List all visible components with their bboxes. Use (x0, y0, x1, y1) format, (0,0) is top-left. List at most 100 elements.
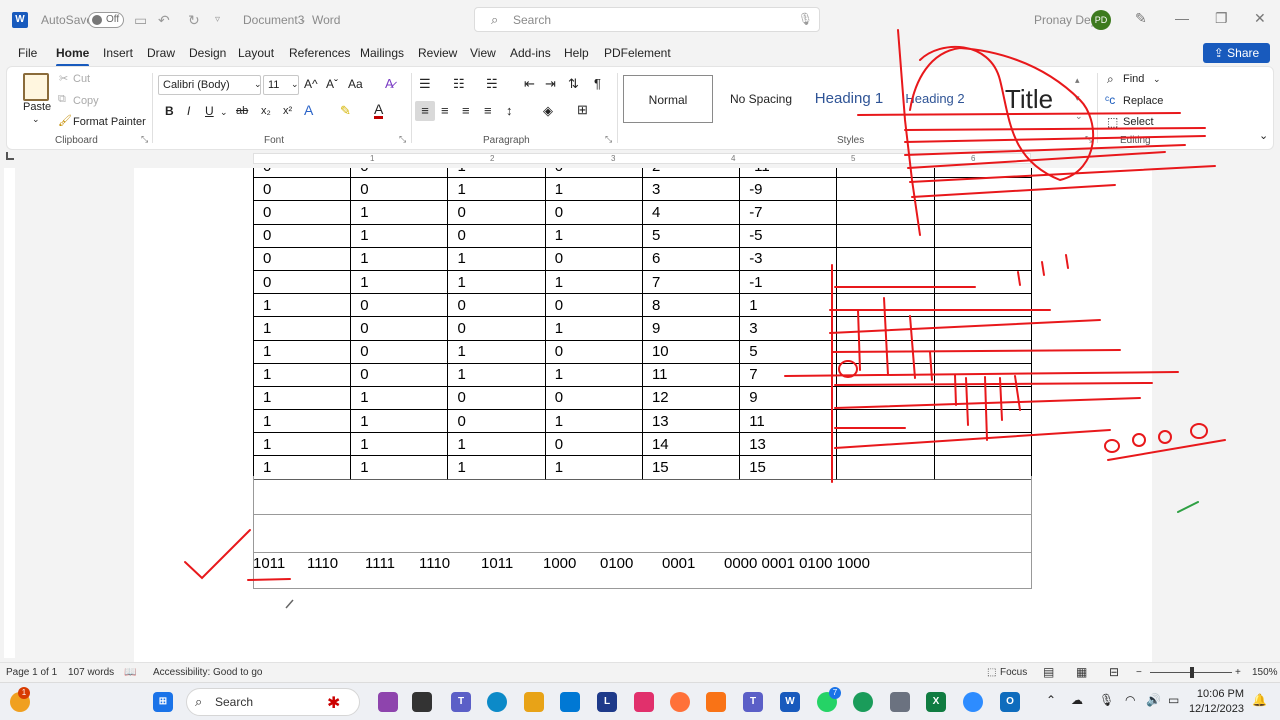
clock-time[interactable]: 10:06 PM (1188, 688, 1244, 700)
word-count[interactable]: 107 words (68, 667, 114, 678)
style-heading-1[interactable]: Heading 1 (807, 75, 891, 123)
zoom-in-icon[interactable]: + (1235, 667, 1241, 678)
snip-icon[interactable] (706, 692, 726, 712)
table-cell[interactable]: 1 (544, 362, 643, 387)
table-cell[interactable]: 1 (253, 316, 352, 341)
styles-scroll-down-icon[interactable]: ▾ (1075, 93, 1080, 104)
justify-icon[interactable]: ≡ (484, 103, 492, 118)
tab-design[interactable]: Design (189, 46, 226, 60)
styles-launcher-icon[interactable]: ⤡ (1085, 134, 1092, 145)
minimize-icon[interactable]: — (1175, 10, 1189, 26)
accessibility-status[interactable]: Accessibility: Good to go (153, 667, 263, 678)
tab-mailings[interactable]: Mailings (360, 46, 404, 60)
underline-button[interactable]: U (205, 104, 214, 118)
table-cell[interactable]: 1 (544, 269, 643, 295)
edge-icon[interactable] (487, 692, 507, 712)
customize-qat-icon[interactable]: ▿ (215, 14, 220, 25)
copy-icon[interactable]: ⧉ (58, 93, 66, 106)
table-cell[interactable] (836, 316, 935, 341)
share-button[interactable]: ⇪ Share (1203, 43, 1270, 63)
table-cell[interactable]: 0 (544, 246, 643, 271)
superscript-button[interactable]: x² (283, 105, 292, 117)
pen-icon[interactable]: ✎ (1135, 10, 1147, 27)
table-cell[interactable]: 0 (253, 223, 352, 248)
wifi-icon[interactable]: ◠ (1125, 693, 1135, 707)
table-cell[interactable]: -3 (739, 246, 838, 271)
table-cell[interactable]: 0 (447, 200, 546, 225)
align-left-icon[interactable]: ≡ (415, 101, 435, 121)
battery-icon[interactable]: ▭ (1168, 693, 1179, 707)
format-painter-button[interactable]: Format Painter (73, 116, 146, 128)
shrink-font-button[interactable]: Aˇ (326, 77, 338, 91)
table-cell[interactable] (836, 200, 935, 225)
horizontal-ruler[interactable]: 1 2 3 4 5 6 (253, 153, 1031, 164)
text-effects-icon[interactable]: A (304, 102, 313, 118)
table-cell[interactable]: 5 (641, 223, 741, 248)
table-cell[interactable]: 3 (641, 177, 741, 202)
strikethrough-button[interactable]: ab (236, 105, 248, 117)
vertical-ruler[interactable] (4, 168, 15, 658)
table-cell[interactable]: -1 (739, 269, 838, 295)
table-cell[interactable]: 1 (253, 339, 352, 364)
shading-icon[interactable]: ◈ (543, 103, 553, 119)
save-icon[interactable]: ▭ (134, 12, 147, 29)
table-cell[interactable] (933, 177, 1032, 202)
tab-pdfelement[interactable]: PDFelement (604, 46, 671, 60)
table-cell[interactable]: 0 (350, 316, 449, 341)
table-cell[interactable] (933, 316, 1032, 341)
paste-dropdown-icon[interactable]: ⌄ (32, 114, 40, 125)
undo-icon[interactable]: ↶ (158, 12, 170, 29)
table-cell[interactable]: 13 (739, 432, 838, 457)
table-cell[interactable]: -7 (739, 200, 838, 225)
table-cell[interactable]: 9 (739, 385, 838, 411)
table-cell[interactable]: 1 (350, 409, 449, 434)
zoom-level[interactable]: 150% (1252, 667, 1278, 678)
table-cell[interactable]: 1 (253, 385, 352, 411)
zoom-app-icon[interactable] (963, 692, 983, 712)
style-heading-2[interactable]: Heading 2 (893, 75, 977, 123)
table-cell[interactable]: 1 (253, 409, 352, 434)
table-cell[interactable]: 9 (641, 316, 741, 341)
table-cell[interactable]: 1 (253, 432, 352, 457)
maximize-icon[interactable]: ❐ (1215, 10, 1228, 27)
table-cell[interactable]: 1 (350, 223, 449, 248)
font-name-dropdown-icon[interactable]: ⌄ (254, 79, 262, 90)
select-button[interactable]: Select (1123, 116, 1154, 128)
font-size-dropdown-icon[interactable]: ⌄ (291, 79, 299, 90)
table-cell[interactable]: 0 (253, 200, 352, 225)
table-cell[interactable] (933, 200, 1032, 225)
table-cell[interactable]: 0 (253, 246, 352, 271)
teams-icon[interactable]: T (451, 692, 471, 712)
table-cell[interactable] (933, 362, 1032, 387)
table-cell[interactable]: 3 (739, 316, 838, 341)
style-no-spacing[interactable]: No Spacing (717, 75, 805, 123)
proofing-icon[interactable]: 📖 (124, 667, 136, 678)
table-cell[interactable] (933, 385, 1032, 411)
bullets-icon[interactable]: ☰ (419, 76, 431, 92)
sort-icon[interactable]: ⇅ (568, 76, 579, 92)
firefox-icon[interactable] (670, 692, 690, 712)
table-cell[interactable]: 11 (739, 409, 838, 434)
close-icon[interactable]: ✕ (1254, 10, 1266, 27)
table-cell[interactable]: 8 (641, 293, 741, 318)
zoom-slider-thumb[interactable] (1190, 667, 1194, 678)
table-cell[interactable] (836, 362, 935, 387)
numbering-icon[interactable]: ☷ (453, 76, 465, 92)
table-cell[interactable]: 0 (350, 362, 449, 387)
table-cell[interactable] (933, 246, 1032, 271)
tab-add-ins[interactable]: Add-ins (510, 46, 551, 60)
table-cell[interactable]: 13 (641, 409, 741, 434)
table-cell[interactable]: 5 (739, 339, 838, 364)
cut-icon[interactable]: ✂ (59, 72, 68, 85)
tab-layout[interactable]: Layout (238, 46, 274, 60)
table-cell[interactable]: 0 (544, 200, 643, 225)
table-cell[interactable]: 1 (544, 409, 643, 434)
focus-button[interactable]: Focus (1000, 667, 1027, 678)
folder-icon[interactable] (524, 692, 544, 712)
table-cell[interactable]: 7 (641, 269, 741, 295)
find-dropdown-icon[interactable]: ⌄ (1153, 74, 1161, 85)
align-center-icon[interactable]: ≡ (441, 103, 449, 118)
start-icon[interactable]: ⊞ (153, 692, 173, 712)
print-layout-icon[interactable]: ▦ (1076, 665, 1087, 679)
styles-scroll-up-icon[interactable]: ▴ (1075, 75, 1080, 86)
